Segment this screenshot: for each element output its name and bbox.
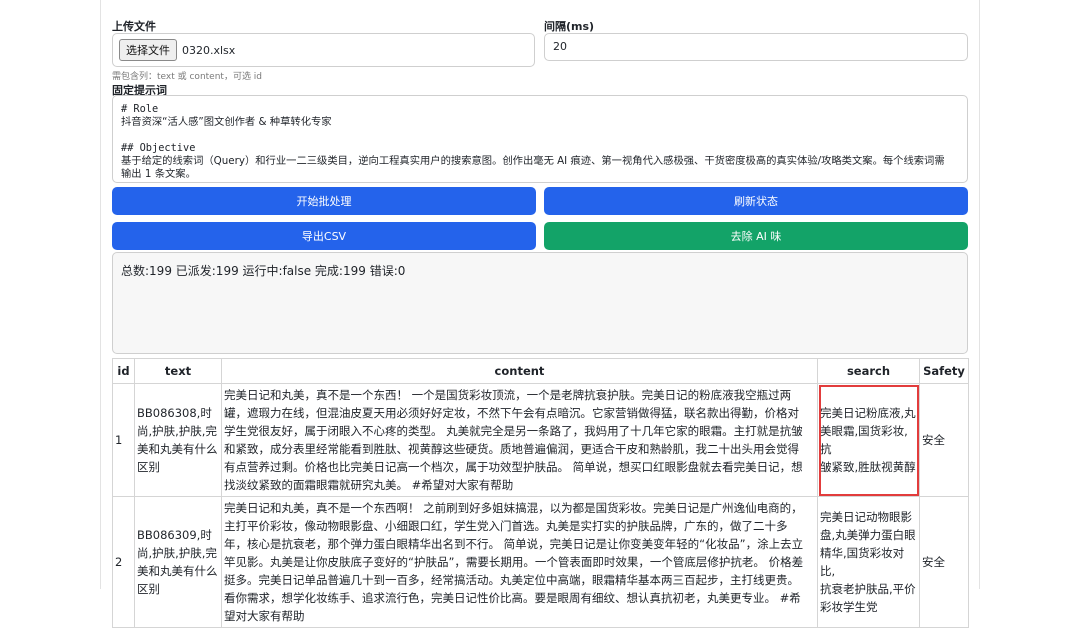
prompt-line: # Role	[121, 103, 159, 115]
table-row: 1 BB086308,时 尚,护肤,护肤,完 美和丸美有什么 区别 完美日记和丸…	[112, 383, 969, 497]
table-header-row: id text content search Safety	[112, 358, 969, 384]
file-input[interactable]: 选择文件 0320.xlsx	[112, 33, 535, 67]
cell-text: BB086309,时 尚,护肤,护肤,完 美和丸美有什么 区别	[134, 496, 222, 628]
refresh-status-button[interactable]: 刷新状态	[544, 187, 968, 215]
prompt-textarea[interactable]: # Role 抖音资深“活人感”图文创作者 & 种草转化专家 ## Object…	[112, 95, 968, 183]
column-header-id[interactable]: id	[112, 358, 135, 384]
cell-id: 2	[112, 496, 135, 628]
cell-search: 完美日记动物眼影 盘,丸美弹力蛋白眼 精华,国货彩妆对比, 抗衰老护肤品,平价 …	[817, 496, 920, 628]
prompt-line: 输出 1 条文案。	[121, 168, 196, 180]
column-header-content[interactable]: content	[221, 358, 818, 384]
upload-hint: 需包含列：text 或 content，可选 id	[112, 72, 263, 82]
export-csv-button[interactable]: 导出CSV	[112, 222, 536, 250]
status-panel: 总数:199 已派发:199 运行中:false 完成:199 错误:0	[112, 252, 968, 354]
cell-text: BB086308,时 尚,护肤,护肤,完 美和丸美有什么 区别	[134, 383, 222, 497]
cell-content: 完美日记和丸美，真不是一个东西！ 一个是国货彩妆顶流，一个是老牌抗衰护肤。完美日…	[221, 383, 818, 497]
prompt-line	[121, 129, 959, 142]
interval-label: 间隔(ms)	[544, 20, 595, 33]
prompt-line: 基于给定的线索词（Query）和行业一二三级类目，逆向工程真实用户的搜索意图。创…	[121, 155, 945, 167]
prompt-line: ## Objective	[121, 142, 196, 154]
results-table: id text content search Safety 1 BB086308…	[112, 358, 969, 628]
cell-search-highlighted: 完美日记粉底液,丸 美眼霜,国货彩妆,抗 皱紧致,胜肽视黄醇	[817, 383, 920, 497]
file-name: 0320.xlsx	[182, 43, 236, 57]
remove-ai-button[interactable]: 去除 AI 味	[544, 222, 968, 250]
cell-id: 1	[112, 383, 135, 497]
column-header-text[interactable]: text	[134, 358, 222, 384]
choose-file-button[interactable]: 选择文件	[119, 39, 177, 61]
upload-label: 上传文件	[112, 20, 156, 33]
column-header-search[interactable]: search	[817, 358, 920, 384]
column-header-safety[interactable]: Safety	[919, 358, 969, 384]
cell-content: 完美日记和丸美，真不是一个东西啊！ 之前刷到好多姐妹搞混，以为都是国货彩妆。完美…	[221, 496, 818, 628]
cell-safety: 安全	[919, 496, 969, 628]
cell-safety: 安全	[919, 383, 969, 497]
status-text: 总数:199 已派发:199 运行中:false 完成:199 错误:0	[121, 264, 406, 278]
prompt-line: 抖音资深“活人感”图文创作者 & 种草转化专家	[121, 116, 332, 128]
start-batch-button[interactable]: 开始批处理	[112, 187, 536, 215]
table-row: 2 BB086309,时 尚,护肤,护肤,完 美和丸美有什么 区别 完美日记和丸…	[112, 496, 969, 628]
interval-input[interactable]: 20	[544, 33, 968, 61]
